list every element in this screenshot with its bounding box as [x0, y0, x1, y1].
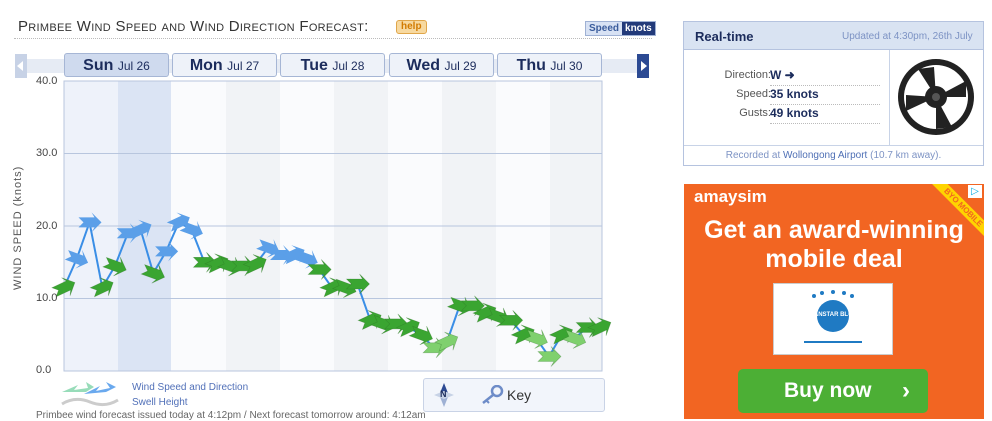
realtime-direction-row: Direction: W ➜: [684, 67, 884, 85]
wind-chart: [51, 80, 612, 372]
legend-swell-label: Swell Height: [132, 397, 188, 408]
wind-legend-icon: [61, 382, 119, 407]
y-tick-label: 10.0: [36, 292, 58, 304]
canstar-award-badge: CANSTAR BLUE: [773, 283, 893, 355]
realtime-recorded-at: Recorded at Wollongong Airport (10.7 km …: [684, 145, 983, 166]
legend-wind-label: Wind Speed and Direction: [132, 382, 249, 393]
realtime-updated: Updated at 4:30pm, 26th July: [842, 31, 973, 42]
ad-headline-line-1: Get an award-winning: [704, 216, 964, 244]
station-link[interactable]: Wollongong Airport: [783, 150, 867, 161]
key-button[interactable]: N Key: [423, 378, 605, 412]
ad-headline: Get an award-winning mobile deal: [684, 216, 984, 274]
realtime-panel: Real-time Updated at 4:30pm, 26th July D…: [683, 21, 984, 166]
adchoices-icon[interactable]: ▷: [968, 185, 982, 198]
direction-value: W ➜: [770, 68, 795, 82]
compass-letter: N: [440, 389, 447, 399]
direction-label: Direction:: [724, 69, 771, 81]
buy-now-label: Buy now: [784, 379, 872, 402]
y-tick-label: 30.0: [36, 147, 58, 159]
gusts-label: Gusts:: [739, 107, 771, 119]
divider: [770, 123, 880, 124]
advertisement[interactable]: amaysim BYO MOBILE ▷ Get an award-winnin…: [684, 184, 984, 419]
canstar-badge-text: CANSTAR BLUE: [809, 312, 857, 318]
canstar-badge-icon: [804, 290, 862, 343]
y-axis-label: WIND SPEED (knots): [12, 165, 24, 290]
y-tick-label: 40.0: [36, 75, 58, 87]
key-label: Key: [507, 387, 532, 403]
divider: [889, 50, 890, 145]
realtime-title: Real-time: [695, 29, 754, 44]
realtime-gusts-row: Gusts: 49 knots: [684, 105, 884, 123]
gusts-value: 49 knots: [770, 106, 819, 120]
station-distance: (10.7 km away).: [870, 150, 942, 161]
chevron-right-icon: ›: [902, 377, 910, 404]
recorded-prefix: Recorded at: [725, 150, 781, 161]
realtime-speed-row: Speed: 35 knots: [684, 86, 884, 104]
buy-now-button[interactable]: Buy now ›: [738, 369, 928, 413]
ad-headline-line-2: mobile deal: [765, 245, 903, 273]
realtime-header: Real-time Updated at 4:30pm, 26th July: [684, 22, 983, 50]
key-icon: [482, 385, 504, 404]
speed-label: Speed:: [736, 88, 771, 100]
ad-brand-logo: amaysim: [694, 187, 767, 206]
y-tick-label: 0.0: [36, 364, 52, 376]
y-tick-label: 20.0: [36, 220, 58, 232]
chart-legend: Wind Speed and Direction Swell Height: [60, 378, 280, 408]
speed-value: 35 knots: [770, 87, 819, 101]
forecast-issued-note: Primbee wind forecast issued today at 4:…: [36, 410, 426, 421]
wind-gauge-icon: [898, 59, 974, 135]
